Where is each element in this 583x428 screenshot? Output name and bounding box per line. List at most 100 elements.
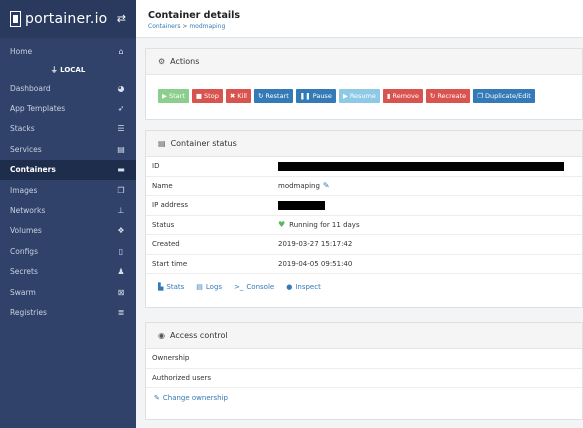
row-authorized-users: Authorized users	[146, 369, 582, 388]
duplicate-edit-icon: ❐	[477, 92, 483, 100]
object-group-icon: ⊠	[117, 287, 125, 297]
sidebar-item-home[interactable]: Home ⌂	[0, 40, 136, 62]
clone-icon: ❐	[117, 185, 125, 195]
row-created: Created 2019-03-27 15:17:42	[146, 235, 582, 255]
container-name-value: modmaping	[278, 181, 320, 190]
row-name: Name modmaping ✎	[146, 177, 582, 196]
button-label: Pause	[312, 92, 332, 100]
sidebar-item-label: Swarm	[10, 287, 36, 297]
eye-icon: ◉	[158, 331, 165, 340]
file-code-icon: ▯	[118, 246, 124, 256]
change-ownership-link[interactable]: ✎ Change ownership	[146, 388, 582, 402]
action-buttons: ▶ Start ■ Stop ✖ Kill ↻ Restart ❚❚ Pause ▶ Resume ▮ R…	[146, 75, 582, 103]
sidebar-item-images[interactable]: Images ❐	[0, 180, 136, 200]
recreate-button[interactable]: ↻ Recreate	[425, 89, 471, 103]
duplicate-edit-button[interactable]: ❐ Duplicate/Edit	[473, 89, 535, 103]
actions-panel-header: ⚙ Actions	[146, 49, 582, 75]
sidebar-item-app-templates[interactable]: App Templates ➶	[0, 98, 136, 118]
id-redacted	[278, 161, 564, 171]
pause-button[interactable]: ❚❚ Pause	[295, 89, 336, 103]
breadcrumb-separator: >	[182, 23, 188, 30]
sidebar-item-configs[interactable]: Configs ▯	[0, 241, 136, 261]
th-list-icon: ☰	[117, 124, 125, 134]
button-label: Kill	[237, 92, 247, 100]
status-label: Status	[152, 220, 175, 229]
sidebar-item-dashboard[interactable]: Dashboard ◕	[0, 78, 136, 98]
sidebar-item-label: Images	[10, 185, 38, 195]
ip-label: IP address	[152, 201, 189, 210]
remove-icon: ▮	[386, 92, 391, 100]
edit-icon[interactable]: ✎	[323, 181, 330, 190]
button-label: Resume	[349, 92, 376, 100]
button-label: Restart	[265, 92, 289, 100]
inspect-link[interactable]: ● Inspect	[286, 283, 321, 291]
breadcrumb-containers-link[interactable]: Containers	[148, 23, 180, 30]
button-label: Recreate	[437, 92, 467, 100]
sidebar-item-label: Dashboard	[10, 83, 51, 93]
sidebar-item-stacks[interactable]: Stacks ☰	[0, 119, 136, 139]
start-button[interactable]: ▶ Start	[158, 89, 189, 103]
sidebar-item-networks[interactable]: Networks ⊥	[0, 200, 136, 220]
status-value: Running for 11 days	[289, 220, 360, 229]
server-icon: ▤	[158, 139, 166, 148]
sidebar-item-label: Volumes	[10, 226, 42, 236]
terminal-icon: >_	[234, 283, 244, 291]
sidebar-item-volumes[interactable]: Volumes ❖	[0, 221, 136, 241]
rocket-icon: ➶	[117, 104, 125, 114]
remove-button[interactable]: ▮ Remove	[382, 89, 423, 103]
sidebar-item-label: Registries	[10, 307, 47, 317]
sidebar: portainer.io ⇄ Home ⌂ ⏚ LOCAL Dashboard ◕…	[0, 0, 136, 428]
access-title: Access control	[169, 331, 228, 340]
pause-icon: ❚❚	[299, 92, 311, 100]
button-label: Remove	[392, 92, 419, 100]
start-time-value: 2019-04-05 09:51:40	[278, 259, 353, 268]
brand-name[interactable]: portainer.io	[25, 11, 107, 27]
sidebar-item-label: Containers	[10, 165, 56, 175]
server-icon: ▬	[117, 165, 125, 175]
area-chart-icon: ▙	[158, 283, 164, 291]
sidebar-item-label: Home	[10, 46, 33, 56]
start-time-label: Start time	[152, 259, 188, 268]
resume-button[interactable]: ▶ Resume	[338, 89, 380, 103]
breadcrumb: Containers > modmaping	[148, 23, 571, 30]
button-label: Duplicate/Edit	[485, 92, 531, 100]
sidebar-item-label: App Templates	[10, 104, 66, 114]
sitemap-icon: ⊥	[117, 206, 125, 216]
sidebar-item-services[interactable]: Services ▤	[0, 139, 136, 159]
container-status-panel: ▤ Container status ID Name modmaping ✎ IP…	[145, 130, 583, 308]
ownership-label: Ownership	[152, 354, 190, 363]
sidebar-item-containers[interactable]: Containers ▬	[0, 159, 136, 180]
user-secret-icon: ♟	[117, 267, 125, 277]
sidebar-toggle-icon[interactable]: ⇄	[117, 12, 126, 25]
access-control-panel: ◉ Access control Ownership Authorized us…	[145, 322, 583, 420]
sidebar-item-label: Services	[10, 144, 42, 154]
sidebar-item-secrets[interactable]: Secrets ♟	[0, 262, 136, 282]
authorized-users-label: Authorized users	[152, 373, 212, 382]
restart-button[interactable]: ↻ Restart	[253, 89, 293, 103]
console-link[interactable]: >_ Console	[234, 283, 274, 291]
sidebar-item-registries[interactable]: Registries ≣	[0, 302, 136, 322]
restart-icon: ↻	[257, 92, 264, 100]
page-title: Container details	[148, 10, 241, 21]
row-ip: IP address	[146, 196, 582, 216]
kill-button[interactable]: ✖ Kill	[225, 89, 251, 103]
button-label: Start	[169, 92, 185, 100]
endpoint-name: ⏚ LOCAL	[50, 66, 86, 74]
created-label: Created	[152, 240, 180, 249]
id-label: ID	[152, 162, 160, 171]
stats-link[interactable]: ▙ Stats	[158, 283, 184, 291]
sidebar-item-label: Configs	[10, 246, 38, 256]
logs-link[interactable]: ▤ Logs	[196, 283, 222, 291]
container-links: ▙ Stats ▤ Logs >_ Console ● Inspect	[146, 274, 582, 300]
sidebar-item-label: Secrets	[10, 267, 38, 277]
status-title: Container status	[170, 139, 237, 148]
home-icon: ⌂	[118, 46, 124, 56]
edit-icon: ✎	[154, 394, 160, 402]
actions-title: Actions	[170, 57, 200, 66]
resume-icon: ▶	[342, 92, 348, 100]
plug-icon: ⏚	[50, 66, 61, 74]
stop-button[interactable]: ■ Stop	[191, 89, 223, 103]
list-alt-icon: ▤	[117, 144, 125, 154]
sidebar-item-swarm[interactable]: Swarm ⊠	[0, 282, 136, 302]
database-icon: ≣	[117, 307, 125, 317]
